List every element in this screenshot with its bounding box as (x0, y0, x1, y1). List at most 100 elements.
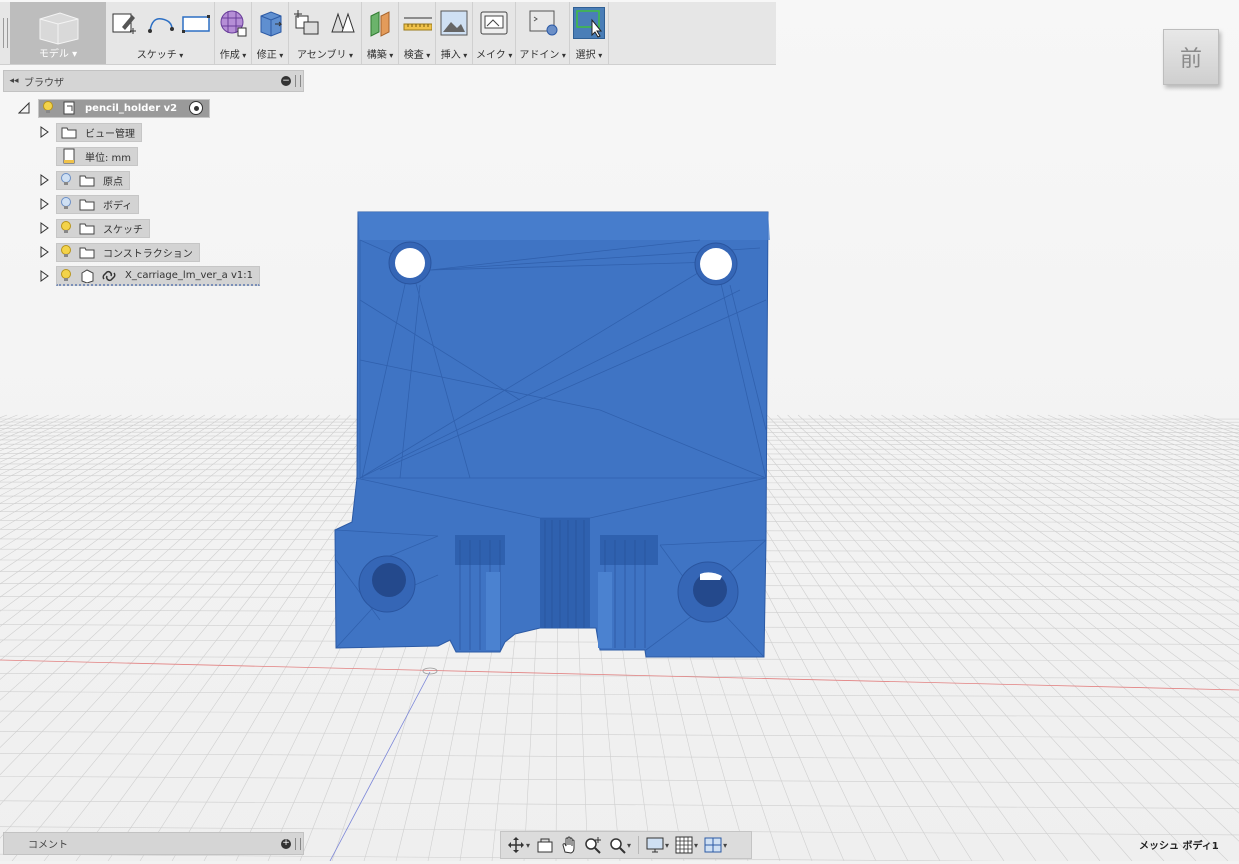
visibility-bulb-icon[interactable] (59, 220, 73, 236)
group-label: メイク (476, 46, 512, 61)
navigation-bar: ▾ ▾ ▾ ▾ ▾ (500, 831, 752, 859)
activate-radio-icon[interactable] (189, 101, 203, 115)
viewcube[interactable]: 前 (1163, 29, 1219, 85)
minimize-icon[interactable]: − (281, 76, 291, 86)
tree-item-construction[interactable]: コンストラクション (38, 243, 200, 261)
joint-icon[interactable] (328, 8, 358, 38)
link-icon (101, 268, 117, 284)
measure-icon[interactable] (402, 8, 432, 38)
multiple-views-icon (704, 836, 722, 854)
document-settings-icon (61, 148, 77, 164)
insert-image-icon[interactable] (439, 8, 469, 38)
rectangle-icon[interactable] (181, 8, 211, 38)
window-select-icon[interactable] (573, 7, 605, 39)
zoom-window-icon (608, 836, 626, 854)
mesh-body[interactable] (335, 212, 770, 657)
browser-panel-header[interactable]: ◂◂ ブラウザ − (3, 70, 304, 92)
display-settings-button[interactable]: ▾ (644, 834, 671, 856)
toolbar-grip[interactable] (0, 2, 10, 64)
panel-grip[interactable] (295, 75, 301, 87)
3d-viewport[interactable] (0, 0, 1239, 861)
visibility-bulb-icon[interactable] (41, 100, 55, 116)
expand-triangle-icon[interactable] (38, 195, 50, 213)
viewcube-face-label[interactable]: 前 (1180, 41, 1202, 73)
toolbar-group-sketch[interactable]: スケッチ (106, 2, 215, 64)
tree-item-label: 単位: mm (85, 149, 131, 164)
create-sketch-icon[interactable] (109, 8, 139, 38)
workspace-switcher-button[interactable]: モデル ▾ (10, 2, 106, 64)
visibility-bulb-icon[interactable] (59, 244, 73, 260)
create-form-icon[interactable] (218, 8, 248, 38)
toolbar-group-assemble[interactable]: アセンブリ (289, 2, 362, 64)
group-label: 構築 (367, 46, 394, 61)
visibility-bulb-icon[interactable] (59, 268, 73, 284)
tree-item-linked-component[interactable]: X_carriage_lm_ver_a v1:1 (38, 267, 260, 285)
zoom-button[interactable] (582, 834, 604, 856)
toolbar-group-inspect[interactable]: 検査 (399, 2, 436, 64)
line-icon[interactable] (145, 8, 175, 38)
look-at-icon (536, 836, 554, 854)
orbit-icon (507, 836, 525, 854)
offset-plane-icon[interactable] (365, 8, 395, 38)
collapse-panel-icon[interactable]: ◂◂ (4, 76, 24, 86)
3d-print-icon[interactable] (479, 8, 509, 38)
orbit-button[interactable]: ▾ (505, 834, 532, 856)
group-label: アセンブリ (297, 46, 353, 61)
visibility-bulb-off-icon[interactable] (59, 172, 73, 188)
group-label: スケッチ (137, 46, 184, 61)
tree-item-label: スケッチ (103, 221, 143, 236)
group-label: 挿入 (441, 46, 468, 61)
look-at-button[interactable] (534, 834, 556, 856)
viewports-button[interactable]: ▾ (702, 834, 729, 856)
tree-item-label: 原点 (103, 173, 123, 188)
toolbar-group-insert[interactable]: 挿入 (436, 2, 473, 64)
expand-triangle-icon[interactable] (38, 219, 50, 237)
group-label: 検査 (404, 46, 431, 61)
folder-icon (61, 124, 77, 140)
expand-triangle-icon[interactable] (38, 123, 50, 141)
tree-item-units[interactable]: 単位: mm (56, 147, 138, 165)
fit-button[interactable]: ▾ (606, 834, 633, 856)
group-label: アドイン (519, 46, 566, 61)
scripts-addins-icon[interactable] (528, 8, 558, 38)
group-label: 修正 (257, 46, 284, 61)
grid-settings-button[interactable]: ▾ (673, 834, 700, 856)
display-monitor-icon (646, 836, 664, 854)
main-toolbar: モデル ▾ スケッチ 作成 修正 アセンブリ 構築 (0, 2, 776, 65)
browser-title: ブラウザ (24, 74, 281, 89)
tree-item-origin[interactable]: 原点 (38, 171, 130, 189)
zoom-icon (584, 836, 602, 854)
workspace-label: モデル (39, 49, 69, 60)
root-label: pencil_holder v2 (85, 103, 177, 114)
visibility-bulb-off-icon[interactable] (59, 196, 73, 212)
canvas-scene (0, 0, 1239, 861)
toolbar-group-addins[interactable]: アドイン (516, 2, 570, 64)
folder-icon (79, 244, 95, 260)
comments-title: コメント (4, 836, 281, 851)
group-label: 作成 (220, 46, 247, 61)
tree-item-label: X_carriage_lm_ver_a v1:1 (125, 270, 253, 281)
grid-icon (675, 836, 693, 854)
pan-hand-icon (560, 836, 578, 854)
expand-triangle-icon[interactable] (38, 171, 50, 189)
comments-panel-header[interactable]: コメント + (3, 832, 304, 855)
tree-root[interactable]: pencil_holder v2 (18, 99, 210, 117)
expand-triangle-icon[interactable] (38, 267, 50, 285)
toolbar-group-select[interactable]: 選択 (570, 2, 609, 64)
tree-item-named-views[interactable]: ビュー管理 (38, 123, 142, 141)
new-component-icon[interactable] (292, 8, 322, 38)
tree-item-sketches[interactable]: スケッチ (38, 219, 150, 237)
expand-triangle-icon[interactable] (38, 243, 50, 261)
add-comment-icon[interactable]: + (281, 839, 291, 849)
tree-item-label: ビュー管理 (85, 125, 135, 140)
toolbar-group-modify[interactable]: 修正 (252, 2, 289, 64)
folder-icon (79, 172, 95, 188)
tree-item-bodies[interactable]: ボディ (38, 195, 139, 213)
panel-grip[interactable] (295, 838, 301, 850)
press-pull-icon[interactable] (255, 8, 285, 38)
pan-button[interactable] (558, 834, 580, 856)
toolbar-group-make[interactable]: メイク (473, 2, 516, 64)
toolbar-group-construct[interactable]: 構築 (362, 2, 399, 64)
expanded-triangle-icon[interactable] (18, 99, 30, 117)
toolbar-group-create[interactable]: 作成 (215, 2, 252, 64)
